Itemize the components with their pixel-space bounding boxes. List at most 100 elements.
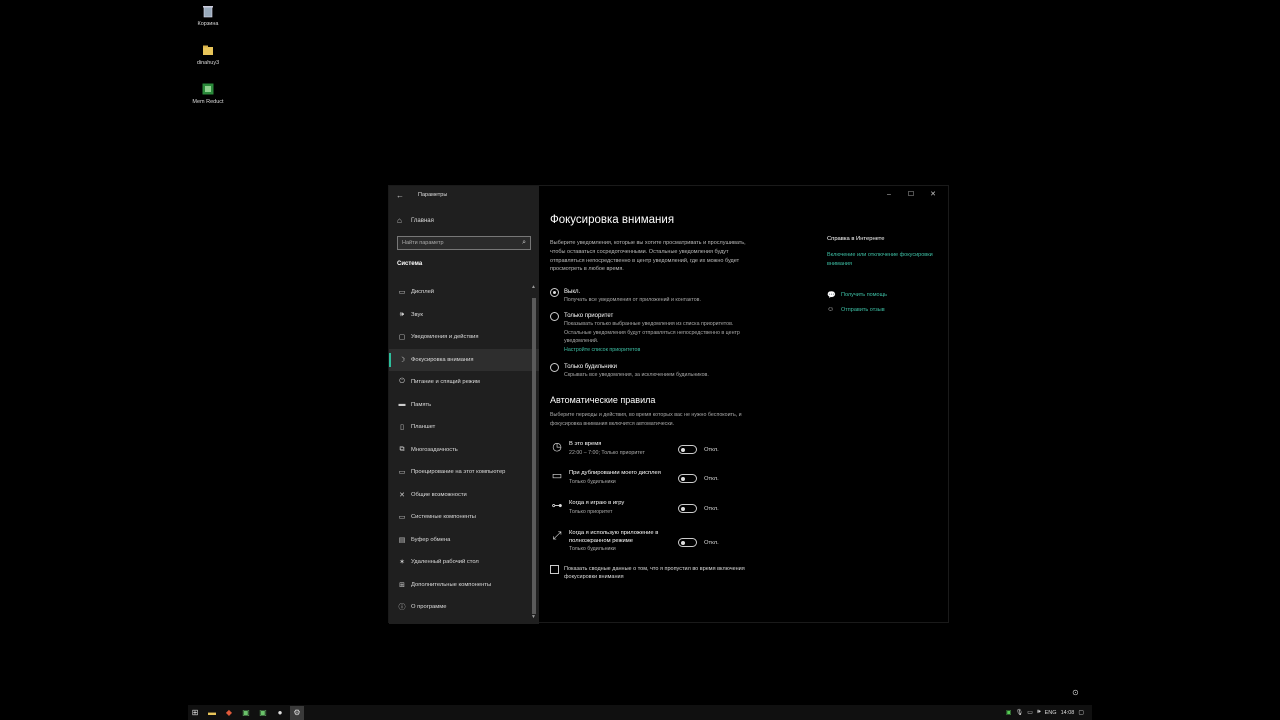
notifications-icon: ▢ xyxy=(398,334,406,342)
sidebar-item-label: Дополнительные компоненты xyxy=(411,581,492,588)
help-focus-link[interactable]: Включение или отключение фокусировки вни… xyxy=(827,251,937,268)
sound-icon: 🕪 xyxy=(399,310,405,318)
mem-tray-icon[interactable]: ▣ xyxy=(1006,709,1012,716)
sidebar: ← Параметры ⌂ Главная ⌕ Система ▭ Дисплей… xyxy=(389,186,539,624)
browser-icon[interactable]: ◆ xyxy=(222,706,236,720)
toggle-during-time[interactable] xyxy=(678,445,697,454)
sidebar-item[interactable]: ⏻ Питание и спящий режим xyxy=(389,371,539,394)
back-arrow-icon[interactable]: ← xyxy=(396,191,408,200)
power-icon: ⏻ xyxy=(399,378,405,386)
sidebar-item-label: Память xyxy=(411,401,432,408)
feedback-row[interactable]: ☺ Отправить отзыв xyxy=(827,306,937,315)
desktop-icon-folder[interactable]: dinahuy3 xyxy=(184,43,232,66)
option-priority-only[interactable]: Только приоритет Показывать только выбра… xyxy=(550,312,749,354)
sidebar-item[interactable]: ▬ Память xyxy=(389,394,539,417)
recycle-bin-icon xyxy=(203,6,213,18)
option-off[interactable]: Выкл. Получать все уведомления от прилож… xyxy=(550,288,749,305)
multitasking-icon: ⧉ xyxy=(399,445,405,453)
sidebar-item[interactable]: 🕪 Звук xyxy=(389,304,539,327)
rule-playing-game[interactable]: ⊶ Когда я играю в игру Только приоритет xyxy=(550,500,730,516)
option-desc: Скрывать все уведомления, за исключением… xyxy=(564,372,709,378)
option-desc: Показывать только выбранные уведомления … xyxy=(564,321,740,344)
network-icon[interactable]: ▭ xyxy=(1027,709,1033,716)
sidebar-item[interactable]: ▤ Буфер обмена xyxy=(389,529,539,552)
option-alarms-only[interactable]: Только будильники Скрывать все уведомлен… xyxy=(550,363,749,380)
sidebar-item-label: Буфер обмена xyxy=(411,536,451,543)
toggle-state: Откл. xyxy=(704,447,719,453)
scroll-down-icon[interactable]: ▼ xyxy=(531,614,536,620)
radio-alarms-only[interactable] xyxy=(550,363,559,372)
rule-desc: Только будильники xyxy=(569,478,616,485)
sidebar-item-label: О программе xyxy=(411,604,447,611)
target-icon[interactable]: ⊙ xyxy=(1072,688,1079,697)
search-box: ⌕ xyxy=(397,236,531,250)
sidebar-item-home[interactable]: ⌂ Главная xyxy=(397,216,434,225)
sidebar-item[interactable]: ⓘ О программе xyxy=(389,596,539,619)
gamepad-icon: ⊶ xyxy=(551,500,563,512)
settings-icon[interactable]: ⚙ xyxy=(290,705,304,720)
search-input[interactable] xyxy=(402,240,512,246)
language-indicator[interactable]: ENG xyxy=(1045,710,1057,716)
option-title: Только приоритет xyxy=(564,313,614,319)
get-help-link[interactable]: Получить помощь xyxy=(841,291,887,300)
summary-checkbox[interactable] xyxy=(550,565,559,574)
app-icon[interactable]: ▣ xyxy=(256,706,270,720)
help-heading: Справка в Интернете xyxy=(827,236,885,242)
sidebar-item-label: Фокусировка внимания xyxy=(411,356,474,363)
taskbar: ⊞ ▬ ◆ ▣ ▣ ● ⚙ ▣ 🎙 ▭ 🕪 ENG 14:08 ▢ xyxy=(188,705,1092,720)
get-help-row[interactable]: 💬 Получить помощь xyxy=(827,291,937,300)
feedback-link[interactable]: Отправить отзыв xyxy=(841,306,885,315)
sidebar-item[interactable]: ⊞ Дополнительные компоненты xyxy=(389,574,539,597)
scroll-up-icon[interactable]: ▲ xyxy=(531,284,536,290)
sidebar-item[interactable]: ▭ Проецирование на этот компьютер xyxy=(389,461,539,484)
clock-app-icon[interactable]: ● xyxy=(273,706,287,720)
sidebar-item[interactable]: ▢ Уведомления и действия xyxy=(389,326,539,349)
page-description: Выберите уведомления, которые вы хотите … xyxy=(550,240,746,273)
sidebar-item[interactable]: ☽ Фокусировка внимания xyxy=(389,348,539,371)
volume-icon[interactable]: 🕪 xyxy=(1037,709,1041,716)
home-icon: ⌂ xyxy=(397,216,402,225)
sidebar-item[interactable]: ▯ Планшет xyxy=(389,416,539,439)
desktop-icon-label: Корзина xyxy=(197,21,219,27)
toggle-fullscreen-app[interactable] xyxy=(678,538,697,547)
scroll-thumb[interactable] xyxy=(532,298,536,614)
radio-priority-only[interactable] xyxy=(550,312,559,321)
microphone-icon[interactable]: 🎙 xyxy=(1016,709,1024,716)
notifications-icon[interactable]: ▢ xyxy=(1078,709,1084,716)
rule-duplicating-display[interactable]: ▭ При дублировании моего дисплея Только … xyxy=(550,470,730,486)
sidebar-item-label: Дисплей xyxy=(411,289,435,296)
sidebar-item-label: Звук xyxy=(411,311,423,318)
radio-off[interactable] xyxy=(550,288,559,297)
start-icon[interactable]: ⊞ xyxy=(188,706,202,720)
file-explorer-icon[interactable]: ▬ xyxy=(205,706,219,720)
sidebar-item[interactable]: ▭ Дисплей xyxy=(389,281,539,304)
projection-icon: ▭ xyxy=(398,469,406,477)
fullscreen-icon: ⤢ xyxy=(552,530,562,542)
toggle-playing-game[interactable] xyxy=(678,504,697,513)
mem-reduct-icon[interactable]: ▣ xyxy=(239,706,253,720)
feedback-icon: ☺ xyxy=(827,306,835,314)
priority-list-link[interactable]: Настройте список приоритетов xyxy=(564,346,749,354)
desktop-icon-mem-reduct[interactable]: Mem Reduct xyxy=(184,82,232,105)
section-heading: Система xyxy=(397,261,423,267)
summary-option[interactable]: Показать сводные данные о том, что я про… xyxy=(550,565,764,581)
sidebar-item[interactable]: ▭ Системные компоненты xyxy=(389,506,539,529)
rule-during-time[interactable]: ◷ В это время 22:00 – 7:00; Только приор… xyxy=(550,441,730,457)
sidebar-item-label: Уведомления и действия xyxy=(411,334,479,341)
sidebar-item[interactable]: ✕ Общие возможности xyxy=(389,484,539,507)
rule-desc: Только приоритет xyxy=(569,508,613,515)
rule-title: Когда я использую приложение в полноэкра… xyxy=(569,530,659,544)
toggle-duplicating-display[interactable] xyxy=(678,474,697,483)
desktop-icon-recycle-bin[interactable]: Корзина xyxy=(184,4,232,27)
sidebar-item-label: Многозадачность xyxy=(411,446,458,453)
sidebar-item[interactable]: ⧉ Многозадачность xyxy=(389,439,539,462)
toggle-state: Откл. xyxy=(704,540,719,546)
sidebar-item-label: Системные компоненты xyxy=(411,514,476,521)
search-icon[interactable]: ⌕ xyxy=(522,239,526,247)
clock[interactable]: 14:08 xyxy=(1061,710,1075,716)
clipboard-icon: ▤ xyxy=(398,536,406,544)
sidebar-item[interactable]: ✶ Удаленный рабочий стол xyxy=(389,551,539,574)
rule-fullscreen-app[interactable]: ⤢ Когда я использую приложение в полноэк… xyxy=(550,530,730,553)
sidebar-scrollbar[interactable]: ▲ ▼ xyxy=(531,284,536,620)
about-icon: ⓘ xyxy=(398,604,406,612)
